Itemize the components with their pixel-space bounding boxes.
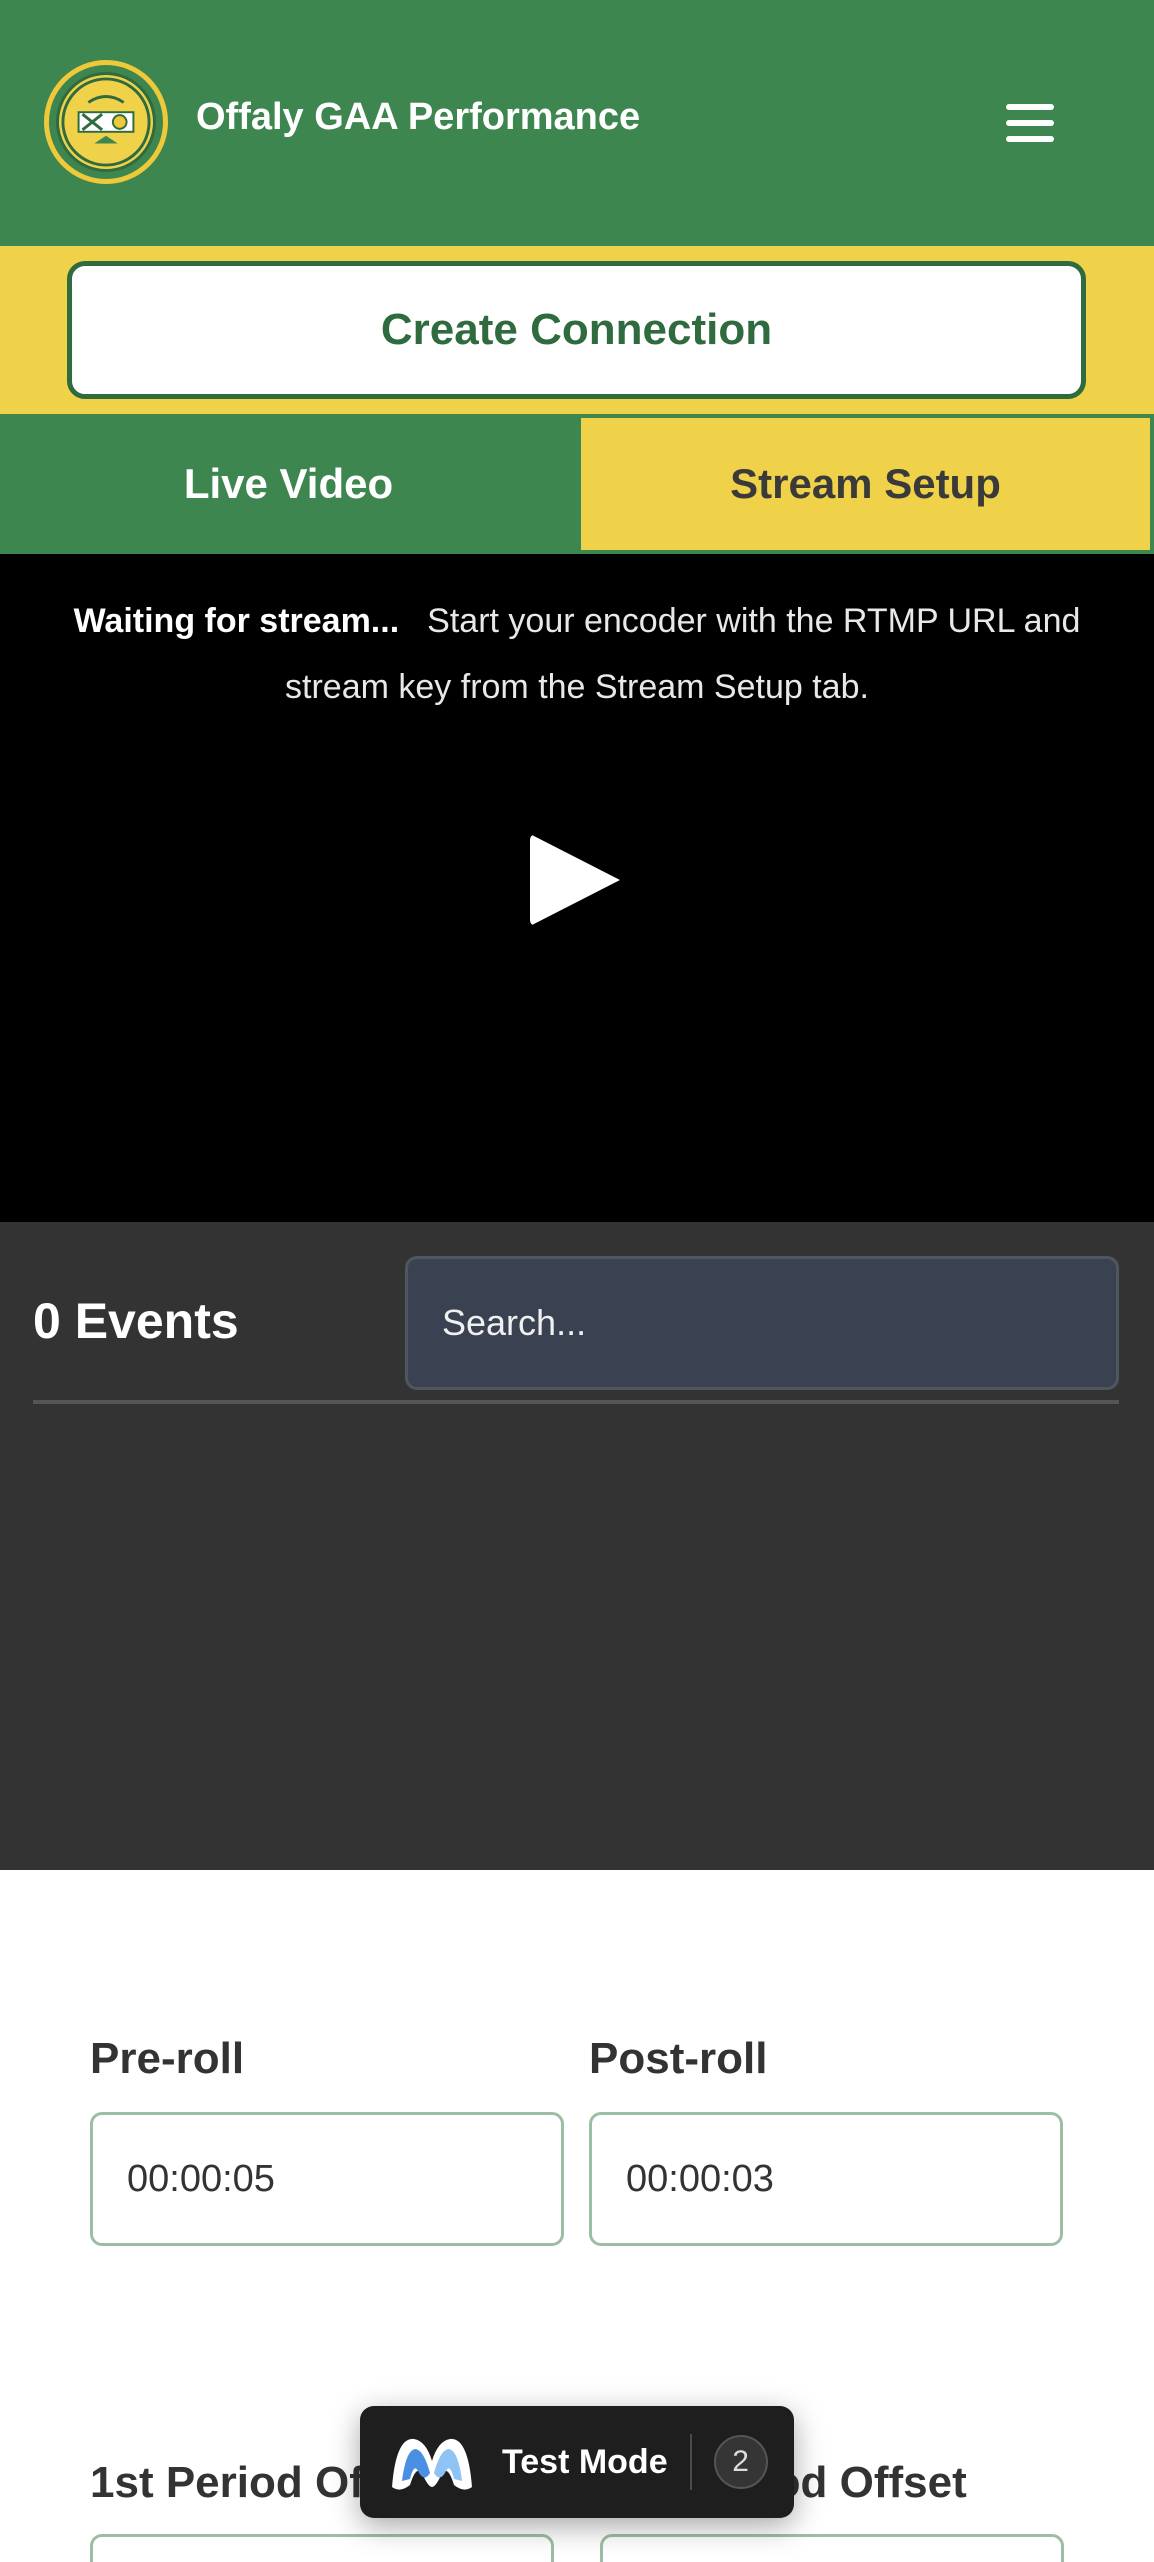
tab-stream-setup[interactable]: Stream Setup <box>577 414 1154 554</box>
events-panel: 0 Events Search... <box>0 1222 1154 1870</box>
menu-bar <box>1006 104 1054 110</box>
app-logo-icon <box>392 2438 472 2490</box>
test-mode-badge[interactable]: Test Mode 2 <box>360 2406 794 2518</box>
offaly-gaa-crest-logo <box>44 60 168 184</box>
preroll-input[interactable]: 00:00:05 <box>90 2112 564 2246</box>
menu-bar <box>1006 120 1054 126</box>
postroll-label: Post-roll <box>589 2034 768 2083</box>
crest-icon <box>61 77 151 167</box>
preroll-label: Pre-roll <box>90 2034 245 2083</box>
hamburger-menu-icon[interactable] <box>1006 104 1054 142</box>
menu-bar <box>1006 136 1054 142</box>
events-count: 0 Events <box>33 1293 239 1349</box>
stream-status: Waiting for stream... <box>73 602 400 640</box>
play-icon[interactable] <box>530 834 620 926</box>
test-mode-count: 2 <box>713 2435 768 2489</box>
video-player[interactable]: Waiting for stream... Start your encoder … <box>0 554 1154 1222</box>
app-title: Offaly GAA Performance <box>196 96 641 138</box>
divider <box>33 1400 1119 1404</box>
app-header: Offaly GAA Performance <box>0 0 1154 246</box>
stream-status-message: Waiting for stream... Start your encoder … <box>30 588 1124 720</box>
events-search-input[interactable]: Search... <box>405 1256 1119 1390</box>
divider <box>689 2434 692 2490</box>
tab-live-video[interactable]: Live Video <box>0 414 577 554</box>
first-period-offset-input[interactable] <box>90 2534 554 2562</box>
stream-instructions: Start your encoder with the RTMP URL and… <box>285 602 1081 706</box>
second-period-offset-input[interactable] <box>600 2534 1064 2562</box>
test-mode-label: Test Mode <box>502 2442 668 2481</box>
create-connection-button[interactable]: Create Connection <box>67 261 1086 399</box>
crest-inner <box>56 72 156 172</box>
postroll-input[interactable]: 00:00:03 <box>589 2112 1063 2246</box>
